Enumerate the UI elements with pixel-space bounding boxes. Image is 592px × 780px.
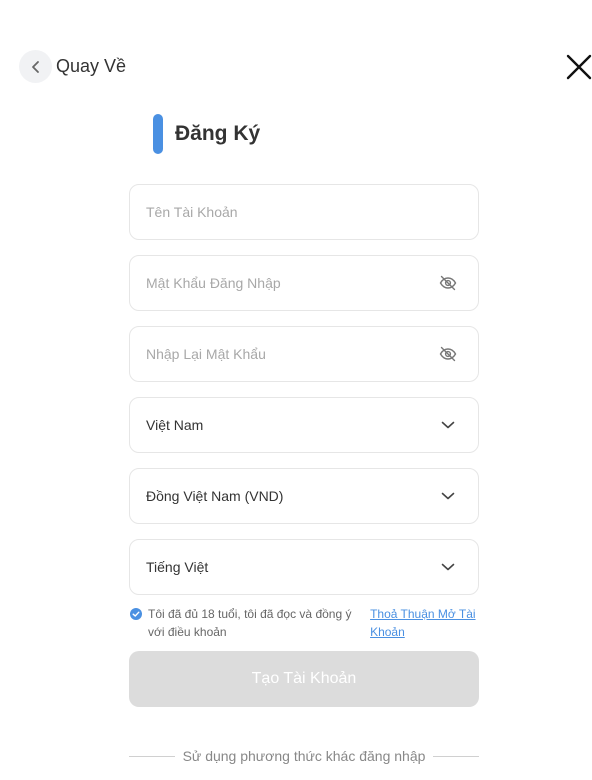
confirm-password-visibility-toggle[interactable] bbox=[438, 344, 458, 364]
confirm-password-placeholder: Nhập Lại Mật Khẩu bbox=[146, 346, 266, 362]
other-login-label[interactable]: Sử dụng phương thức khác đăng nhập bbox=[175, 748, 434, 764]
currency-select[interactable]: Đồng Việt Nam (VND) bbox=[129, 468, 479, 524]
agreement-text: Tôi đã đủ 18 tuổi, tôi đã đọc và đồng ý … bbox=[148, 607, 352, 639]
check-circle-icon bbox=[130, 608, 142, 620]
agreement-row: Tôi đã đủ 18 tuổi, tôi đã đọc và đồng ý … bbox=[130, 605, 480, 641]
back-button[interactable]: Quay Về bbox=[19, 50, 126, 83]
close-button[interactable] bbox=[564, 52, 592, 82]
chevron-left-icon bbox=[31, 60, 39, 73]
page-title: Đăng Ký bbox=[175, 122, 261, 145]
country-value: Việt Nam bbox=[146, 417, 204, 433]
eye-off-icon bbox=[439, 346, 457, 362]
country-select[interactable]: Việt Nam bbox=[129, 397, 479, 453]
currency-value: Đồng Việt Nam (VND) bbox=[146, 488, 284, 504]
divider-line-right bbox=[433, 755, 479, 757]
username-field[interactable]: Tên Tài Khoản bbox=[129, 184, 479, 240]
username-placeholder: Tên Tài Khoản bbox=[146, 204, 238, 220]
language-select[interactable]: Tiếng Việt bbox=[129, 539, 479, 595]
chevron-down-icon bbox=[438, 557, 458, 577]
create-account-button[interactable]: Tạo Tài Khoản bbox=[129, 651, 479, 707]
password-placeholder: Mật Khẩu Đăng Nhập bbox=[146, 275, 281, 291]
divider-line-left bbox=[129, 755, 175, 757]
password-visibility-toggle[interactable] bbox=[438, 273, 458, 293]
title-accent-bar bbox=[153, 114, 163, 154]
chevron-down-icon bbox=[438, 486, 458, 506]
back-icon-circle bbox=[19, 50, 52, 83]
back-label: Quay Về bbox=[56, 56, 127, 76]
language-value: Tiếng Việt bbox=[146, 559, 209, 575]
chevron-down-icon bbox=[438, 415, 458, 435]
close-icon bbox=[566, 54, 592, 80]
agreement-checkbox[interactable] bbox=[130, 607, 142, 620]
confirm-password-field[interactable]: Nhập Lại Mật Khẩu bbox=[129, 326, 479, 382]
other-login-divider: Sử dụng phương thức khác đăng nhập bbox=[129, 748, 479, 764]
password-field[interactable]: Mật Khẩu Đăng Nhập bbox=[129, 255, 479, 311]
agreement-link[interactable]: Thoả Thuận Mở Tài Khoản bbox=[370, 605, 480, 641]
eye-off-icon bbox=[439, 275, 457, 291]
